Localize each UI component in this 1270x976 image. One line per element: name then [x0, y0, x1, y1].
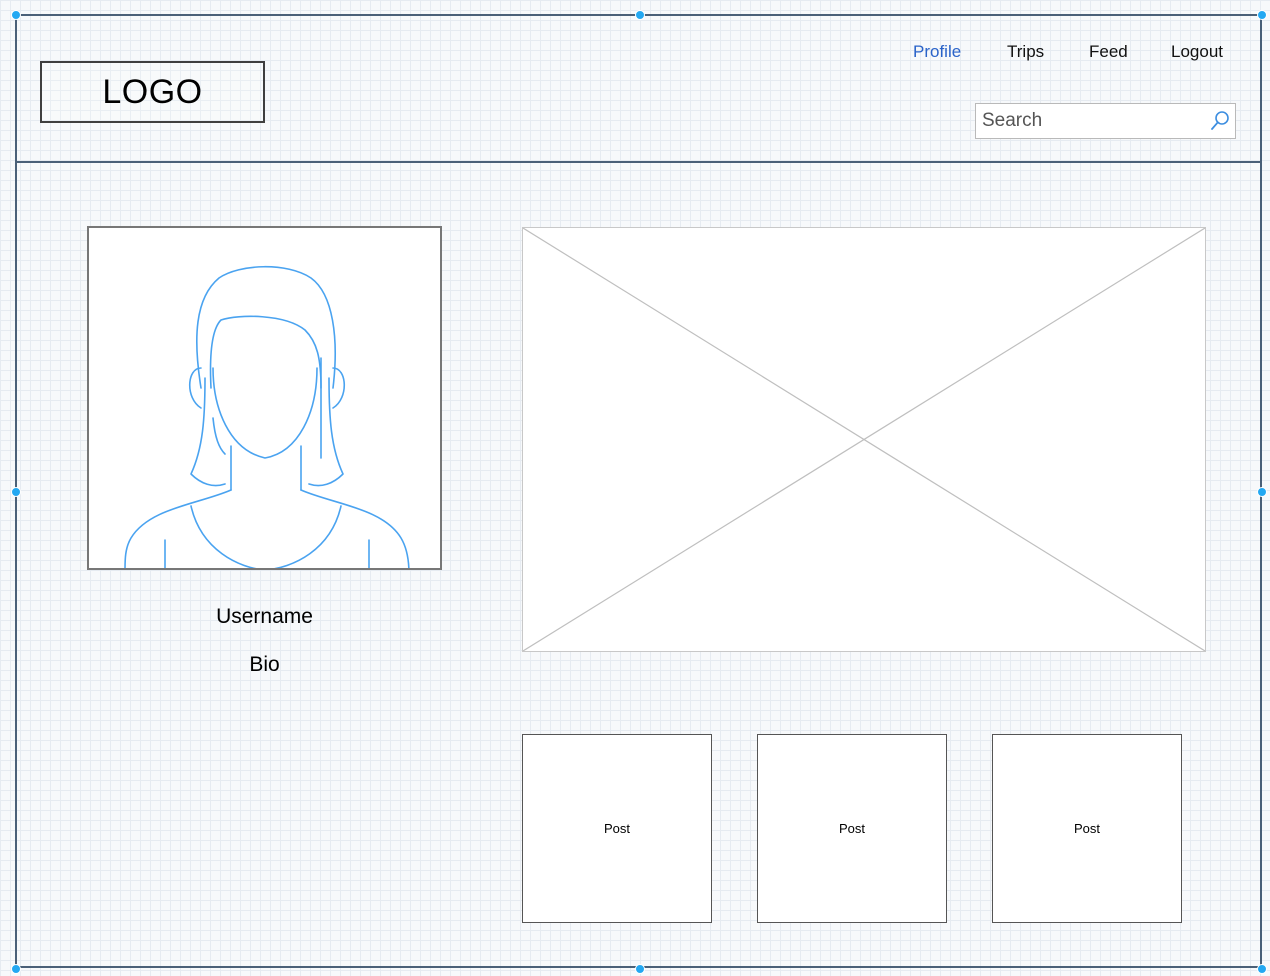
female-avatar-icon — [124, 265, 410, 568]
nav-feed[interactable]: Feed — [1089, 42, 1128, 62]
search-icon[interactable] — [1209, 110, 1231, 132]
logo-text: LOGO — [102, 72, 203, 111]
post-label: Post — [1073, 821, 1100, 836]
cover-image-placeholder[interactable] — [522, 227, 1206, 652]
search-input[interactable] — [976, 104, 1201, 138]
selection-handle-right[interactable] — [1257, 487, 1267, 497]
post-label: Post — [838, 821, 865, 836]
header-divider — [15, 161, 1262, 163]
nav-profile[interactable]: Profile — [913, 42, 961, 62]
selection-handle-top-right[interactable] — [1257, 10, 1267, 20]
selection-handle-bottom[interactable] — [635, 964, 645, 974]
nav-trips[interactable]: Trips — [1007, 42, 1044, 62]
profile-picture[interactable] — [87, 226, 442, 570]
selection-handle-top-left[interactable] — [11, 10, 21, 20]
selection-handle-left[interactable] — [11, 487, 21, 497]
logo[interactable]: LOGO — [40, 61, 265, 123]
selection-handle-bottom-right[interactable] — [1257, 964, 1267, 974]
image-placeholder-icon — [522, 227, 1206, 652]
bio: Bio — [249, 653, 280, 676]
username: Username — [216, 605, 313, 628]
nav-logout[interactable]: Logout — [1171, 42, 1223, 62]
post-label: Post — [603, 821, 630, 836]
post-card[interactable]: Post — [757, 734, 947, 923]
selection-handle-top[interactable] — [635, 10, 645, 20]
search-bar — [975, 103, 1236, 139]
post-card[interactable]: Post — [522, 734, 712, 923]
selection-handle-bottom-left[interactable] — [11, 964, 21, 974]
post-card[interactable]: Post — [992, 734, 1182, 923]
